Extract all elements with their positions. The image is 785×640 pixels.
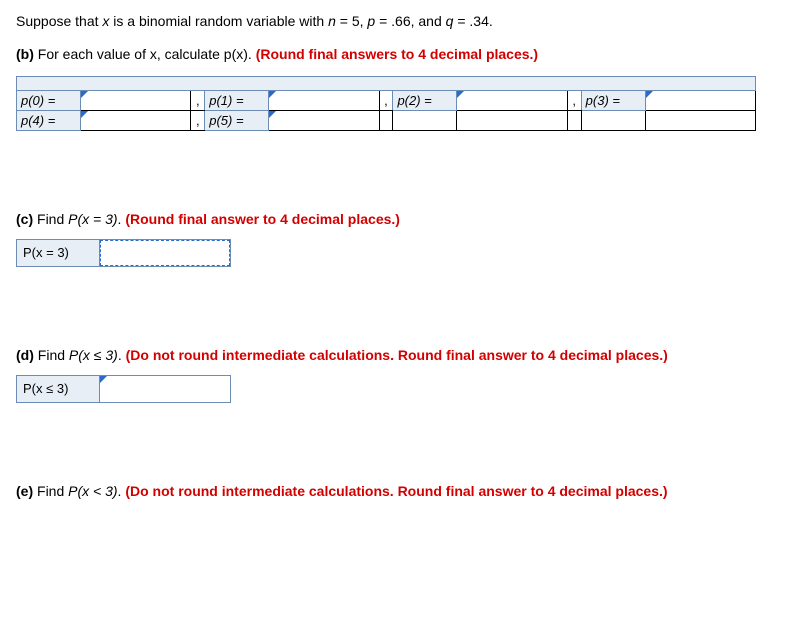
input-p3[interactable] bbox=[645, 90, 755, 110]
part-d-period: . bbox=[118, 347, 126, 363]
part-b-text: For each value of bbox=[34, 46, 150, 62]
intro-p-eq: = .66, and bbox=[375, 13, 445, 29]
input-p1-field[interactable] bbox=[269, 91, 378, 110]
intro-q-eq: = .34. bbox=[453, 13, 492, 29]
blank-cell bbox=[581, 110, 645, 130]
part-d-text: Find bbox=[34, 347, 69, 363]
input-p1[interactable] bbox=[269, 90, 379, 110]
comma: , bbox=[567, 90, 581, 110]
input-p2-field[interactable] bbox=[457, 91, 566, 110]
part-e-prompt: (e) Find P(x < 3). (Do not round interme… bbox=[16, 483, 769, 499]
input-p5-field[interactable] bbox=[269, 111, 378, 130]
intro-n-eq: = 5, bbox=[336, 13, 368, 29]
problem-intro: Suppose that x is a binomial random vari… bbox=[16, 12, 769, 32]
label-p0: p(0) = bbox=[17, 90, 81, 110]
comma: , bbox=[191, 90, 205, 110]
part-c-prompt: (c) Find P(x = 3). (Round final answer t… bbox=[16, 211, 769, 227]
input-px-eq-3[interactable] bbox=[100, 239, 231, 266]
label-p2: p(2) = bbox=[393, 90, 457, 110]
input-p0-field[interactable] bbox=[81, 91, 190, 110]
part-d-instructions: (Do not round intermediate calculations.… bbox=[126, 347, 668, 363]
part-d-px: P(x ≤ 3) bbox=[69, 347, 118, 363]
label-p3: p(3) = bbox=[581, 90, 645, 110]
input-p5[interactable] bbox=[269, 110, 379, 130]
part-b-period: . bbox=[248, 46, 256, 62]
label-px-eq-3: P(x = 3) bbox=[17, 239, 100, 266]
part-b-instructions: (Round final answers to 4 decimal places… bbox=[256, 46, 538, 62]
part-e-text: Find bbox=[33, 483, 68, 499]
part-e: (e) Find P(x < 3). (Do not round interme… bbox=[16, 483, 769, 499]
table-b-header-row bbox=[17, 76, 756, 90]
input-p2[interactable] bbox=[457, 90, 567, 110]
part-b-label: (b) bbox=[16, 46, 34, 62]
part-b-text: , calculate bbox=[157, 46, 224, 62]
comma: , bbox=[379, 90, 393, 110]
input-px-le-3-field[interactable] bbox=[100, 376, 230, 402]
part-c-text: Find bbox=[33, 211, 68, 227]
intro-text: Suppose that bbox=[16, 13, 102, 29]
blank-cell bbox=[379, 110, 393, 130]
intro-text: is a binomial random variable with bbox=[109, 13, 328, 29]
label-p4: p(4) = bbox=[17, 110, 81, 130]
blank-cell bbox=[457, 110, 567, 130]
part-b-prompt: (b) For each value of x, calculate p(x).… bbox=[16, 46, 769, 62]
part-d-label: (d) bbox=[16, 347, 34, 363]
intro-n-var: n bbox=[328, 13, 336, 29]
part-c-px: P(x = 3) bbox=[68, 211, 117, 227]
part-d-prompt: (d) Find P(x ≤ 3). (Do not round interme… bbox=[16, 347, 769, 363]
input-px-eq-3-field[interactable] bbox=[100, 240, 230, 266]
part-c: (c) Find P(x = 3). (Round final answer t… bbox=[16, 211, 769, 267]
label-p5: p(5) = bbox=[205, 110, 269, 130]
blank-cell bbox=[567, 110, 581, 130]
input-p4-field[interactable] bbox=[81, 111, 190, 130]
table-row: P(x = 3) bbox=[17, 239, 231, 266]
label-px-le-3: P(x ≤ 3) bbox=[17, 375, 100, 402]
table-row: p(4) = , p(5) = bbox=[17, 110, 756, 130]
table-b: p(0) = , p(1) = , p(2) = , p(3) = p(4) =… bbox=[16, 76, 756, 131]
comma: , bbox=[191, 110, 205, 130]
part-e-px: P(x < 3) bbox=[68, 483, 117, 499]
table-row: P(x ≤ 3) bbox=[17, 375, 231, 402]
part-e-label: (e) bbox=[16, 483, 33, 499]
input-px-le-3[interactable] bbox=[100, 375, 231, 402]
table-d: P(x ≤ 3) bbox=[16, 375, 231, 403]
label-p1: p(1) = bbox=[205, 90, 269, 110]
part-b: (b) For each value of x, calculate p(x).… bbox=[16, 46, 769, 131]
part-c-label: (c) bbox=[16, 211, 33, 227]
part-d: (d) Find P(x ≤ 3). (Do not round interme… bbox=[16, 347, 769, 403]
blank-cell bbox=[393, 110, 457, 130]
part-c-instructions: (Round final answer to 4 decimal places.… bbox=[125, 211, 400, 227]
part-b-px: p(x) bbox=[224, 46, 248, 62]
part-e-instructions: (Do not round intermediate calculations.… bbox=[125, 483, 667, 499]
part-b-x: x bbox=[150, 46, 157, 62]
input-p4[interactable] bbox=[80, 110, 190, 130]
table-row: p(0) = , p(1) = , p(2) = , p(3) = bbox=[17, 90, 756, 110]
table-c: P(x = 3) bbox=[16, 239, 231, 267]
input-p0[interactable] bbox=[80, 90, 190, 110]
input-p3-field[interactable] bbox=[646, 91, 755, 110]
blank-cell bbox=[645, 110, 755, 130]
